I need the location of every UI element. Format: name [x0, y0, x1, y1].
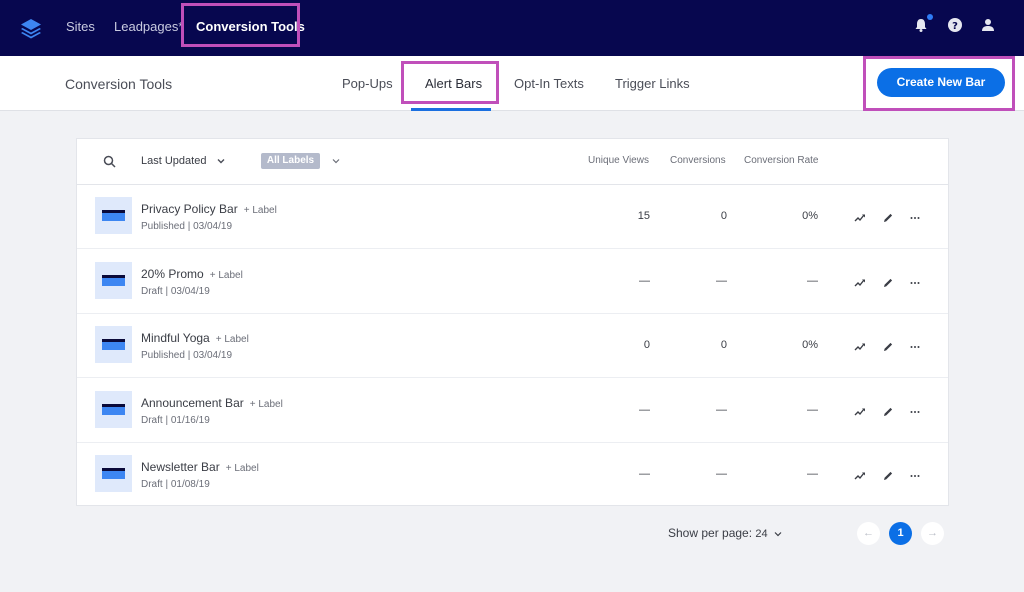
- table-row[interactable]: 20% Promo + Label Draft | 03/04/19 — — —: [77, 250, 948, 314]
- alert-bar-thumbnail: [95, 197, 132, 234]
- column-unique-views: Unique Views: [588, 155, 649, 166]
- chevron-down-icon[interactable]: [331, 156, 341, 166]
- bar-title[interactable]: Announcement Bar: [141, 396, 244, 410]
- svg-text:?: ?: [952, 21, 958, 32]
- tab-trigger-links[interactable]: Trigger Links: [615, 76, 690, 91]
- conversion-rate-value: —: [807, 468, 818, 480]
- tab-pop-ups[interactable]: Pop-Ups: [342, 76, 393, 91]
- per-page-selector[interactable]: Show per page: 24: [668, 526, 783, 540]
- conversions-value: 0: [720, 339, 727, 351]
- bar-name[interactable]: Announcement Bar + Label: [141, 396, 283, 410]
- bar-title[interactable]: Mindful Yoga: [141, 331, 210, 345]
- edit-pencil-icon[interactable]: [882, 211, 894, 223]
- layers-icon[interactable]: [19, 16, 43, 40]
- sort-label: Last Updated: [141, 155, 207, 167]
- bar-status-date: Published | 03/04/19: [141, 221, 233, 232]
- nav-leadpages[interactable]: Leadpages*: [114, 19, 183, 34]
- bar-title[interactable]: 20% Promo: [141, 267, 204, 281]
- more-options-icon[interactable]: [909, 276, 921, 288]
- alert-bars-table: Last Updated All Labels Unique Views Con…: [76, 138, 949, 506]
- table-header: Last Updated All Labels Unique Views Con…: [77, 139, 948, 185]
- add-label-link[interactable]: + Label: [250, 399, 283, 410]
- bell-icon[interactable]: [913, 17, 929, 33]
- table-row[interactable]: Newsletter Bar + Label Draft | 01/08/19 — — —: [77, 443, 948, 507]
- section-title: Conversion Tools: [65, 76, 173, 92]
- stats-icon[interactable]: [854, 340, 866, 352]
- column-conversion-rate: Conversion Rate: [744, 155, 819, 166]
- sub-navigation: Conversion Tools Pop-Ups Alert Bars Opt-…: [0, 56, 1024, 111]
- conversion-rate-value: —: [807, 403, 818, 416]
- conversion-rate-value: —: [807, 274, 818, 287]
- highlight-box: [863, 56, 1015, 111]
- stats-icon[interactable]: [854, 469, 866, 481]
- edit-pencil-icon[interactable]: [882, 405, 894, 417]
- bar-name[interactable]: Newsletter Bar + Label: [141, 460, 259, 474]
- page-1-button[interactable]: 1: [889, 522, 912, 545]
- table-row[interactable]: Announcement Bar + Label Draft | 01/16/19 —…: [77, 379, 948, 443]
- stats-icon[interactable]: [854, 211, 866, 223]
- active-tab-indicator: [411, 108, 491, 111]
- notification-dot: [927, 14, 933, 20]
- help-icon[interactable]: ?: [947, 17, 963, 33]
- bar-status-date: Draft | 01/16/19: [141, 414, 210, 426]
- alert-bar-thumbnail: [95, 326, 132, 363]
- chevron-down-icon: [774, 531, 782, 537]
- bar-name[interactable]: 20% Promo + Label: [141, 267, 243, 281]
- highlight-box: [401, 61, 499, 104]
- add-label-link[interactable]: + Label: [216, 334, 249, 345]
- conversion-rate-value: 0%: [802, 339, 818, 351]
- more-options-icon[interactable]: [909, 211, 921, 223]
- alert-bar-thumbnail: [95, 261, 132, 299]
- user-icon[interactable]: [980, 17, 996, 33]
- unique-views-value: —: [639, 403, 650, 416]
- labels-filter[interactable]: All Labels: [261, 153, 320, 169]
- stats-icon[interactable]: [854, 405, 866, 417]
- previous-page-button[interactable]: ←: [857, 522, 880, 545]
- alert-bar-thumbnail: [95, 455, 132, 492]
- more-options-icon[interactable]: [909, 340, 921, 352]
- alert-bar-thumbnail: [95, 390, 132, 428]
- more-options-icon[interactable]: [909, 405, 921, 417]
- conversions-value: —: [716, 468, 727, 480]
- unique-views-value: 15: [637, 210, 650, 222]
- conversions-value: 0: [720, 210, 727, 222]
- per-page-label: Show per page:: [668, 526, 753, 540]
- column-conversions: Conversions: [670, 155, 726, 166]
- chevron-down-icon: [217, 159, 224, 164]
- highlight-box: [181, 3, 300, 47]
- conversions-value: —: [716, 403, 727, 416]
- search-icon[interactable]: [103, 155, 116, 168]
- conversions-value: —: [716, 274, 727, 287]
- top-navigation: Sites Leadpages* Conversion Tools ?: [0, 0, 1024, 56]
- bar-status-date: Draft | 01/08/19: [141, 479, 210, 490]
- bar-title[interactable]: Newsletter Bar: [141, 460, 220, 474]
- next-page-button[interactable]: →: [921, 522, 944, 545]
- table-row[interactable]: Mindful Yoga + Label Published | 03/04/19 0…: [77, 314, 948, 378]
- stats-icon[interactable]: [854, 276, 866, 288]
- more-options-icon[interactable]: [909, 469, 921, 481]
- bar-title[interactable]: Privacy Policy Bar: [141, 202, 238, 216]
- conversion-rate-value: 0%: [802, 210, 818, 222]
- table-row[interactable]: Privacy Policy Bar + Label Published | 03/…: [77, 185, 948, 249]
- sort-dropdown[interactable]: Last Updated: [141, 155, 226, 167]
- unique-views-value: —: [639, 274, 650, 287]
- edit-pencil-icon[interactable]: [882, 276, 894, 288]
- add-label-link[interactable]: + Label: [210, 270, 243, 281]
- bar-status-date: Draft | 03/04/19: [141, 285, 210, 297]
- add-label-link[interactable]: + Label: [226, 463, 259, 474]
- bar-name[interactable]: Mindful Yoga + Label: [141, 331, 249, 345]
- bar-name[interactable]: Privacy Policy Bar + Label: [141, 202, 277, 216]
- unique-views-value: —: [639, 468, 650, 480]
- edit-pencil-icon[interactable]: [882, 340, 894, 352]
- unique-views-value: 0: [643, 339, 650, 351]
- per-page-value: 24: [755, 528, 768, 540]
- nav-sites[interactable]: Sites: [66, 19, 95, 34]
- tab-opt-in-texts[interactable]: Opt-In Texts: [514, 76, 584, 91]
- add-label-link[interactable]: + Label: [244, 205, 277, 216]
- edit-pencil-icon[interactable]: [882, 469, 894, 481]
- bar-status-date: Published | 03/04/19: [141, 350, 233, 361]
